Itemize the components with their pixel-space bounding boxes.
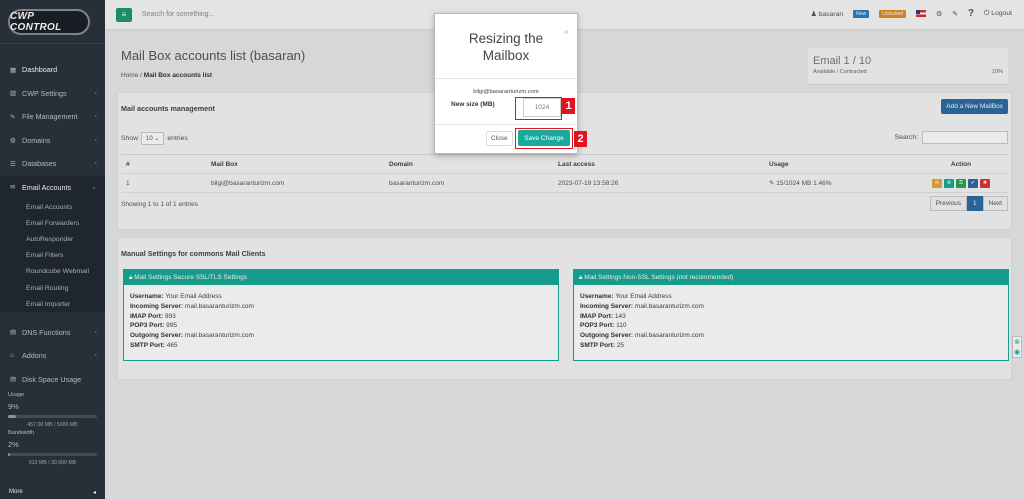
modal-divider — [435, 78, 577, 79]
new-size-label: New size (MB) — [451, 101, 495, 108]
modal-email: bilgi@basaranturizm.com — [473, 89, 539, 95]
modal-title: Resizing the Mailbox — [468, 31, 544, 63]
step-marker-1: 1 — [562, 98, 575, 114]
close-button[interactable]: Close — [486, 131, 513, 146]
close-icon[interactable]: × — [564, 27, 569, 37]
modal-divider — [435, 124, 577, 125]
highlight-box-size-input — [515, 97, 562, 120]
step-marker-2: 2 — [574, 131, 587, 147]
highlight-box-save-button — [515, 128, 573, 149]
